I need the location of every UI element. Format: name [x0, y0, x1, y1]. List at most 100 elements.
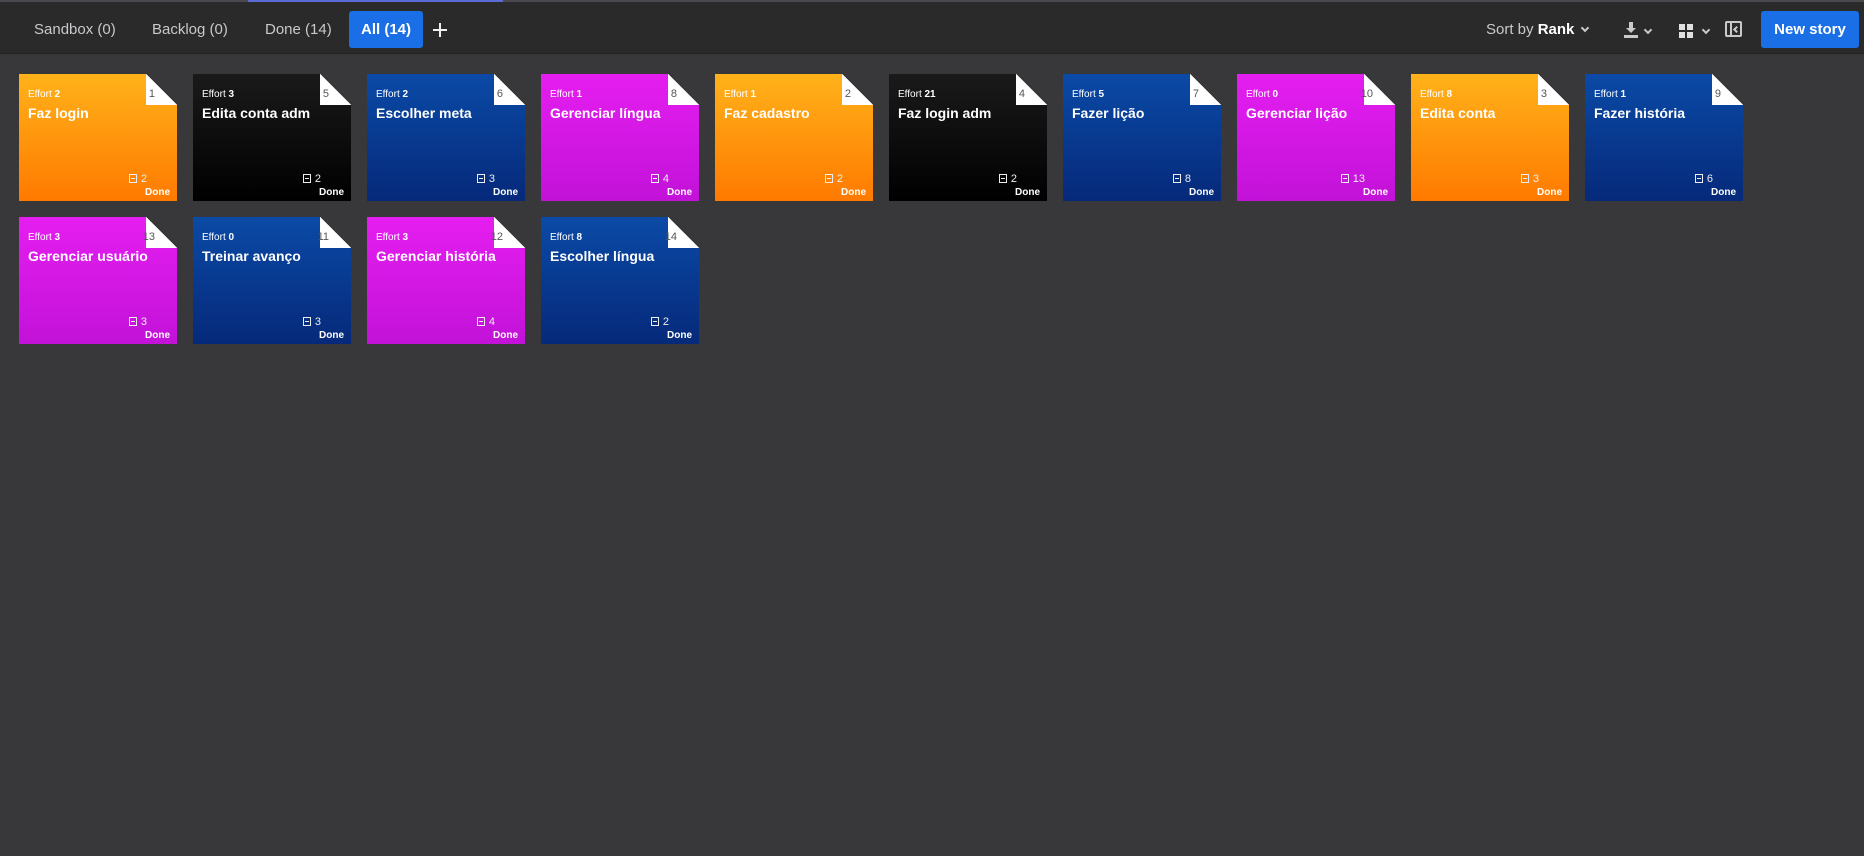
story-number: 3 [1540, 88, 1547, 100]
effort-label: Effort [28, 232, 52, 243]
effort-value: 5 [1098, 89, 1105, 100]
sort-value: Rank [1537, 21, 1575, 38]
story-card[interactable]: 3 Effort 8 Edita conta 3 Done [1411, 74, 1569, 201]
story-card[interactable]: 12 Effort 3 Gerenciar história 4 Done [367, 217, 525, 344]
story-effort: Effort 2 [28, 90, 60, 100]
story-status: Done [493, 187, 518, 198]
effort-value: 1 [576, 89, 583, 100]
story-status: Done [1537, 187, 1562, 198]
story-card[interactable]: 5 Effort 3 Edita conta adm 2 Done [193, 74, 351, 201]
side-panel-toggle[interactable] [1722, 11, 1746, 48]
story-effort: Effort 8 [1420, 90, 1452, 100]
story-status: Done [667, 187, 692, 198]
story-effort: Effort 8 [550, 233, 582, 243]
story-number: 5 [322, 88, 329, 100]
story-status: Done [493, 330, 518, 341]
task-list-icon [128, 317, 137, 326]
story-title: Fazer lição [1072, 105, 1145, 121]
story-title: Escolher língua [550, 248, 655, 264]
story-effort: Effort 1 [550, 90, 582, 100]
story-number: 2 [844, 88, 851, 100]
task-count-value: 4 [488, 316, 495, 328]
story-title: Escolher meta [376, 105, 472, 121]
effort-value: 3 [228, 89, 235, 100]
task-count: 2 [302, 173, 321, 185]
sort-dropdown[interactable]: Sort by Rank [1486, 11, 1590, 48]
effort-label: Effort [28, 89, 52, 100]
story-title: Gerenciar lição [1246, 105, 1348, 121]
story-status: Done [319, 187, 344, 198]
task-count-value: 3 [488, 173, 495, 185]
story-card[interactable]: 11 Effort 0 Treinar avanço 3 Done [193, 217, 351, 344]
effort-label: Effort [1072, 89, 1096, 100]
task-list-icon [476, 174, 485, 183]
task-list-icon [650, 174, 659, 183]
task-list-icon [1340, 174, 1349, 183]
effort-value: 0 [1272, 89, 1279, 100]
story-effort: Effort 3 [28, 233, 60, 243]
task-count-value: 3 [140, 316, 147, 328]
effort-value: 0 [228, 232, 235, 243]
story-status: Done [145, 187, 170, 198]
tab-done[interactable]: Done (14) [253, 11, 344, 48]
story-title: Gerenciar língua [550, 105, 661, 121]
task-count: 8 [1172, 173, 1191, 185]
story-effort: Effort 0 [1246, 90, 1278, 100]
tab-backlog[interactable]: Backlog (0) [140, 11, 240, 48]
story-title: Edita conta [1420, 105, 1496, 121]
story-status: Done [1711, 187, 1736, 198]
task-count: 4 [650, 173, 669, 185]
story-status: Done [145, 330, 170, 341]
story-card[interactable]: 4 Effort 21 Faz login adm 2 Done [889, 74, 1047, 201]
tab-all[interactable]: All (14) [349, 11, 424, 48]
task-count: 3 [1520, 173, 1539, 185]
story-title: Faz cadastro [724, 105, 810, 121]
story-card[interactable]: 10 Effort 0 Gerenciar lição 13 Done [1237, 74, 1395, 201]
story-card[interactable]: 2 Effort 1 Faz cadastro 2 Done [715, 74, 873, 201]
add-tab-icon[interactable] [429, 11, 451, 48]
effort-label: Effort [1420, 89, 1444, 100]
task-list-icon [824, 174, 833, 183]
new-story-button[interactable]: New story [1761, 11, 1859, 48]
task-list-icon [476, 317, 485, 326]
task-list-icon [650, 317, 659, 326]
story-number: 10 [1360, 88, 1373, 100]
story-title: Faz login [28, 105, 89, 121]
task-count-value: 2 [836, 173, 843, 185]
story-card[interactable]: 8 Effort 1 Gerenciar língua 4 Done [541, 74, 699, 201]
task-count: 2 [650, 316, 669, 328]
task-list-icon [1694, 174, 1703, 183]
download-tray [1624, 35, 1638, 38]
story-effort: Effort 3 [202, 90, 234, 100]
story-card[interactable]: 14 Effort 8 Escolher língua 2 Done [541, 217, 699, 344]
story-title: Edita conta adm [202, 105, 311, 121]
story-card[interactable]: 9 Effort 1 Fazer história 6 Done [1585, 74, 1743, 201]
effort-value: 2 [54, 89, 61, 100]
story-title: Treinar avanço [202, 248, 301, 264]
story-number: 9 [1714, 88, 1721, 100]
task-count: 6 [1694, 173, 1713, 185]
story-effort: Effort 3 [376, 233, 408, 243]
download-button[interactable] [1618, 11, 1658, 48]
effort-label: Effort [376, 232, 400, 243]
story-status: Done [841, 187, 866, 198]
story-number: 1 [148, 88, 155, 100]
story-number: 14 [664, 231, 677, 243]
story-card[interactable]: 7 Effort 5 Fazer lição 8 Done [1063, 74, 1221, 201]
story-effort: Effort 1 [724, 90, 756, 100]
tab-sandbox[interactable]: Sandbox (0) [22, 11, 128, 48]
effort-label: Effort [550, 232, 574, 243]
story-card[interactable]: 1 Effort 2 Faz login 2 Done [19, 74, 177, 201]
task-count: 3 [302, 316, 321, 328]
task-count: 2 [128, 173, 147, 185]
story-status: Done [319, 330, 344, 341]
view-mode-button[interactable] [1676, 11, 1716, 48]
story-status: Done [1015, 187, 1040, 198]
story-card[interactable]: 6 Effort 2 Escolher meta 3 Done [367, 74, 525, 201]
toolbar: Sandbox (0) Backlog (0) Done (14) All (1… [0, 2, 1864, 54]
story-number: 8 [670, 88, 677, 100]
story-effort: Effort 2 [376, 90, 408, 100]
story-card[interactable]: 13 Effort 3 Gerenciar usuário 3 Done [19, 217, 177, 344]
effort-label: Effort [898, 89, 922, 100]
task-count-value: 2 [314, 173, 321, 185]
